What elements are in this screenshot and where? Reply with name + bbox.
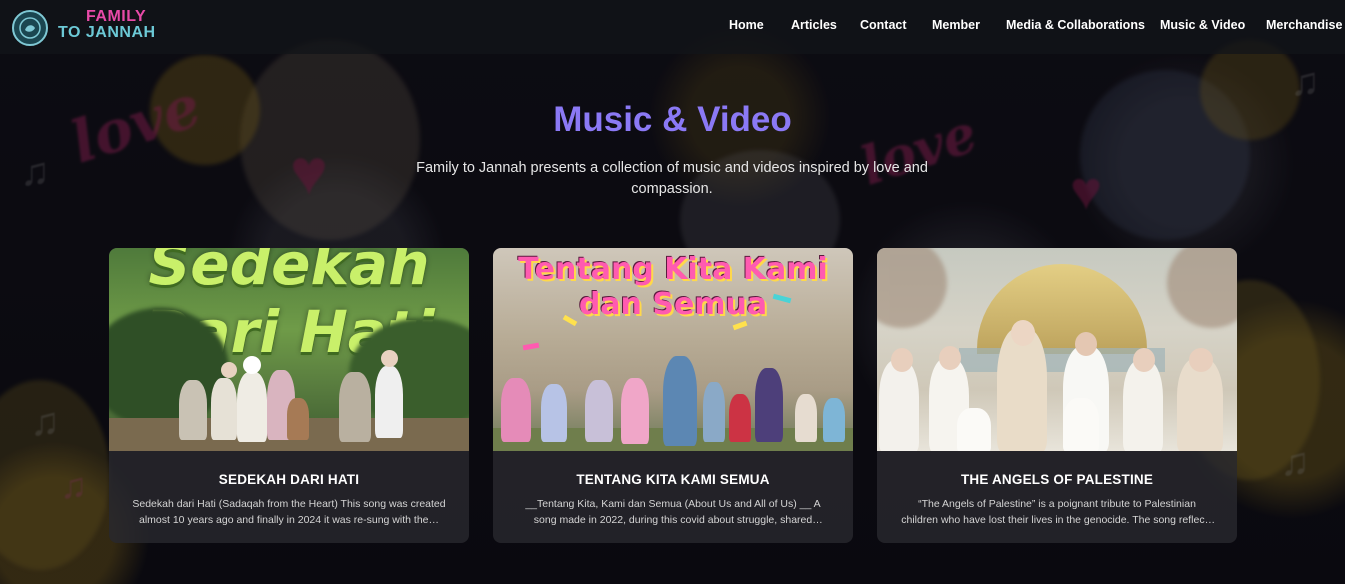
thumbnail-head	[1189, 348, 1213, 372]
video-thumbnail[interactable]	[877, 248, 1237, 451]
thumbnail-figure	[823, 398, 845, 442]
card-description: Sedekah dari Hati (Sadaqah from the Hear…	[132, 498, 446, 526]
page-title: Music & Video	[553, 100, 792, 139]
thumbnail-head	[221, 362, 237, 378]
thumbnail-figure	[795, 394, 817, 442]
thumbnail-confetti	[732, 320, 748, 331]
card-description: __Tentang Kita, Kami dan Semua (About Us…	[525, 498, 821, 526]
nav-item-merchandise[interactable]: Merchandise	[1266, 18, 1342, 32]
thumbnail-head	[381, 350, 398, 367]
card-title[interactable]: TENTANG KITA KAMI SEMUA	[493, 472, 853, 487]
thumbnail-head	[243, 356, 261, 374]
card-description: “The Angels of Palestine” is a poignant …	[901, 498, 1213, 526]
thumbnail-confetti	[522, 342, 540, 351]
thumbnail-figure	[1123, 360, 1163, 451]
thumbnail-face	[1167, 248, 1237, 328]
thumbnail-figure	[585, 380, 613, 442]
thumbnail-figure	[621, 378, 649, 444]
thumbnail-caption: Tentang Kita Kami dan Semua	[518, 252, 828, 322]
thumbnail-figure	[1063, 398, 1099, 451]
video-card-sedekah-dari-hati[interactable]: Sedekah Dari Hati SEDEKAH DARI HATI Sede…	[109, 248, 469, 543]
video-card-the-angels-of-palestine[interactable]: THE ANGELS OF PALESTINE “The Angels of P…	[877, 248, 1237, 543]
intro-text: Family to Jannah presents a collection o…	[416, 160, 928, 197]
thumbnail-figure	[703, 382, 725, 442]
video-thumbnail[interactable]: Tentang Kita Kami dan Semua	[493, 248, 853, 451]
thumbnail-figure	[755, 368, 783, 442]
thumbnail-figure	[663, 356, 697, 446]
nav-item-articles[interactable]: Articles	[791, 18, 837, 32]
thumbnail-figure	[729, 394, 751, 442]
thumbnail-figure	[541, 384, 567, 442]
thumbnail-figure	[211, 378, 237, 440]
nav-item-home[interactable]: Home	[729, 18, 764, 32]
thumbnail-figure	[237, 372, 267, 442]
thumbnail-figure	[957, 408, 991, 451]
nav-item-member[interactable]: Member	[932, 18, 980, 32]
thumbnail-figure	[339, 372, 371, 442]
video-thumbnail[interactable]: Sedekah Dari Hati	[109, 248, 469, 451]
thumbnail-head	[939, 346, 961, 370]
thumbnail-figure	[879, 360, 919, 451]
nav-item-contact[interactable]: Contact	[860, 18, 907, 32]
navbar: FAMILY TO JANNAH Home Articles Contact M…	[0, 0, 1345, 54]
nav-item-music-video[interactable]: Music & Video	[1160, 18, 1245, 32]
card-title[interactable]: SEDEKAH DARI HATI	[109, 472, 469, 487]
main-navigation: Home Articles Contact Member Media & Col…	[0, 18, 1345, 38]
thumbnail-figure	[287, 398, 309, 440]
nav-item-media-collaborations[interactable]: Media & Collaborations	[1006, 18, 1145, 32]
thumbnail-head	[1075, 332, 1097, 356]
thumbnail-figure	[997, 328, 1047, 451]
video-card-tentang-kita-kami-semua[interactable]: Tentang Kita Kami dan Semua TENTANG KITA…	[493, 248, 853, 543]
thumbnail-head	[891, 348, 913, 372]
thumbnail-figure	[501, 378, 531, 442]
thumbnail-face	[877, 248, 947, 328]
thumbnail-figure	[179, 380, 207, 440]
thumbnail-head	[1011, 320, 1035, 346]
thumbnail-figure	[375, 366, 403, 438]
thumbnail-head	[1133, 348, 1155, 372]
card-title[interactable]: THE ANGELS OF PALESTINE	[877, 472, 1237, 487]
